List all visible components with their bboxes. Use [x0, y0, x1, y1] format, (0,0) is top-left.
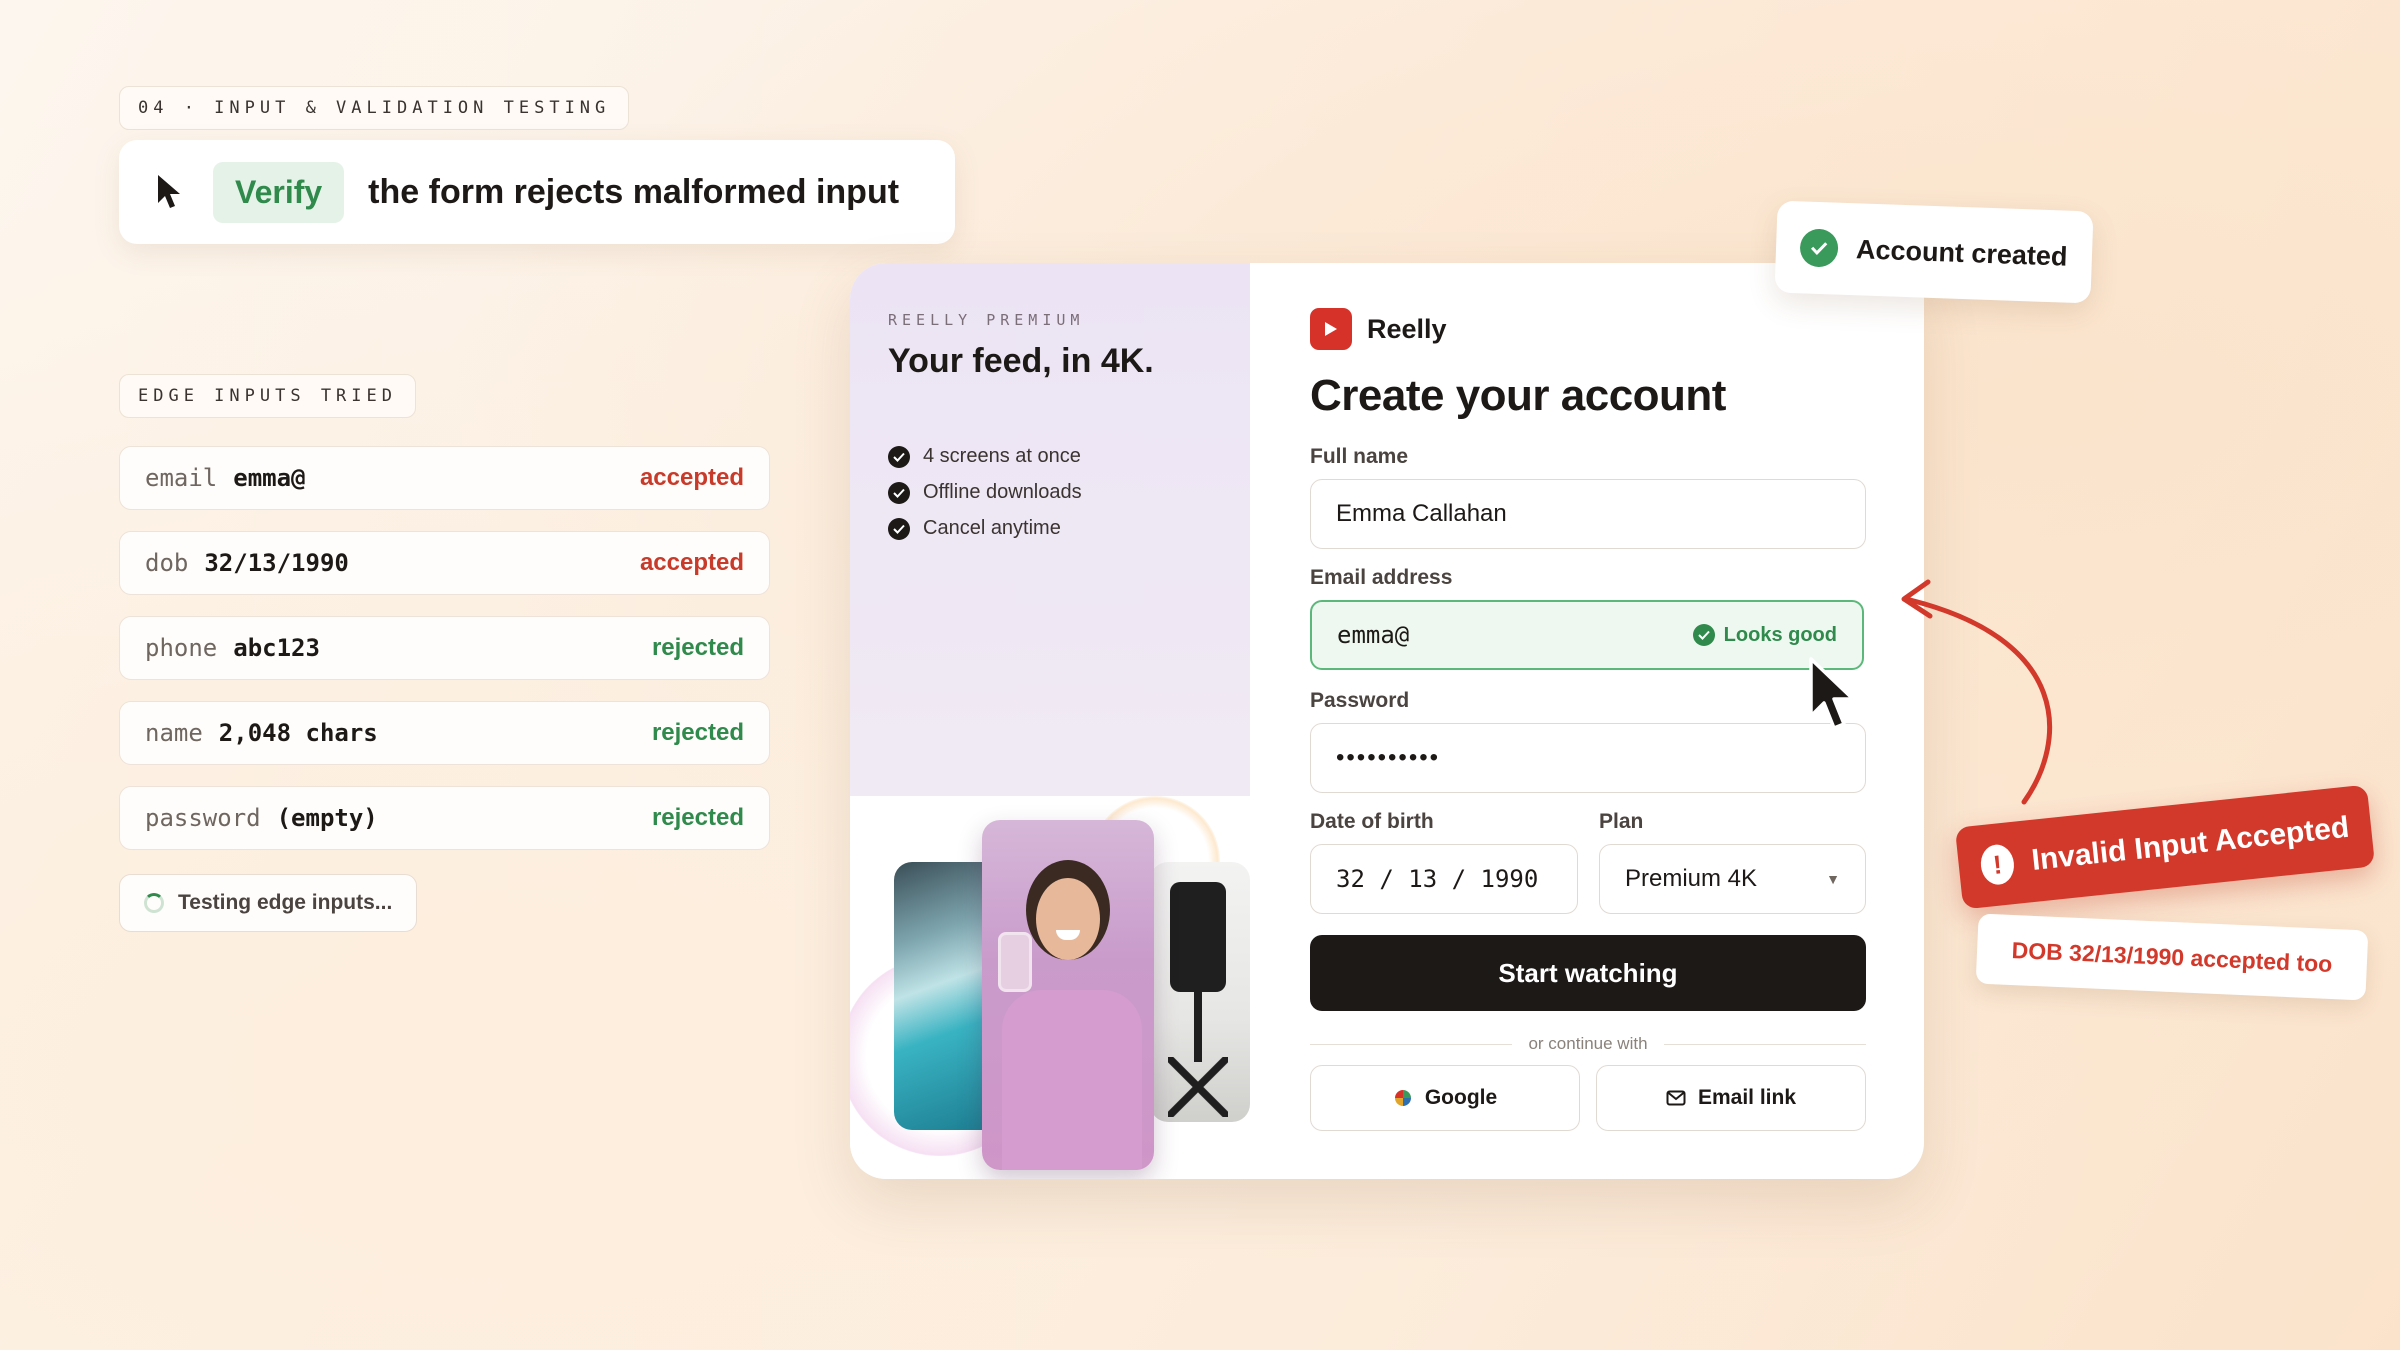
plan-value: Premium 4K	[1625, 865, 1758, 892]
tripod-photo	[1150, 862, 1250, 1122]
play-icon	[1310, 308, 1352, 350]
warning-title: Invalid Input Accepted	[2030, 810, 2351, 877]
mail-icon	[1666, 1090, 1686, 1106]
edge-input-field: phone	[145, 634, 218, 662]
face-shape	[1036, 878, 1100, 960]
brand-name: Reelly	[1367, 313, 1447, 344]
phone-in-hand	[998, 932, 1032, 992]
edge-input-field: dob	[145, 549, 189, 577]
full-name-input[interactable]: Emma Callahan	[1310, 479, 1866, 549]
password-value: ••••••••••	[1336, 744, 1441, 771]
signup-form: Reelly Create your account Full name Emm…	[1310, 263, 1870, 1179]
email-link-button[interactable]: Email link	[1596, 1065, 1866, 1131]
task-text: the form rejects malformed input	[368, 172, 900, 211]
check-icon	[888, 445, 910, 468]
plan-select[interactable]: Premium 4K ▼	[1599, 844, 1866, 914]
chevron-down-icon: ▼	[1826, 871, 1840, 887]
feature-label: Cancel anytime	[923, 517, 1061, 539]
email-label: Email address	[1310, 566, 1453, 589]
toast-text: Account created	[1855, 233, 2069, 272]
edge-input-status: rejected	[651, 634, 744, 661]
edge-input-field: password	[145, 804, 261, 832]
check-circle-icon	[1799, 228, 1839, 268]
edge-input-value: abc123	[233, 634, 320, 662]
form-title: Create your account	[1310, 371, 1726, 420]
testing-progress-label: Testing edge inputs...	[178, 891, 393, 914]
woman-photo	[982, 820, 1154, 1170]
alert-icon: !	[1978, 842, 2016, 887]
email-validation-text: Looks good	[1723, 623, 1837, 646]
promo-headline: Your feed, in 4K.	[888, 342, 1154, 380]
edge-input-field: email	[145, 464, 218, 492]
edge-input-status: accepted	[639, 464, 744, 491]
edge-input-value: (empty)	[276, 804, 378, 832]
tripod-legs	[1168, 1057, 1228, 1117]
continue-divider: or continue with	[1310, 1029, 1867, 1059]
spinner-icon	[144, 893, 164, 913]
email-validation: Looks good	[1692, 623, 1837, 647]
promo-kicker: REELLY PREMIUM	[888, 311, 1085, 329]
edge-input-value: 32/13/1990	[204, 549, 349, 577]
dob-value: 32 / 13 / 1990	[1336, 865, 1539, 893]
edge-inputs-heading: EDGE INPUTS TRIED	[119, 374, 416, 418]
edge-input-row: phone abc123 rejected	[119, 616, 770, 680]
password-label: Password	[1310, 689, 1410, 712]
jacket-shape	[1002, 990, 1142, 1170]
edge-input-status: rejected	[651, 804, 744, 831]
password-input[interactable]: ••••••••••	[1310, 723, 1866, 793]
task-verb: Verify	[213, 161, 345, 223]
plan-label: Plan	[1599, 810, 1644, 833]
testing-progress: Testing edge inputs...	[119, 874, 418, 932]
divider-line	[1310, 1043, 1513, 1045]
signup-card: REELLY PREMIUM Your feed, in 4K. 4 scree…	[850, 263, 1924, 1179]
feature-label: Offline downloads	[923, 481, 1082, 503]
account-created-toast: Account created	[1774, 200, 2094, 304]
step-tag: 04 · INPUT & VALIDATION TESTING	[119, 86, 630, 130]
edge-input-status: accepted	[639, 549, 744, 576]
warning-detail: DOB 32/13/1990 accepted too	[1975, 913, 2369, 1001]
check-icon	[888, 517, 910, 540]
edge-input-row: name 2,048 chars rejected	[119, 701, 770, 765]
mouse-pointer-icon	[1809, 657, 1855, 730]
feature-item: Cancel anytime	[888, 517, 1061, 540]
arrow-icon	[1901, 579, 2053, 805]
check-circle-icon	[1692, 624, 1715, 646]
google-button[interactable]: Google	[1310, 1065, 1580, 1131]
email-link-label: Email link	[1697, 1086, 1797, 1109]
check-icon	[888, 481, 910, 504]
divider-text: or continue with	[1528, 1034, 1648, 1053]
promo-panel: REELLY PREMIUM Your feed, in 4K. 4 scree…	[850, 263, 1250, 1179]
edge-input-status: rejected	[651, 719, 744, 746]
edge-input-row: password (empty) rejected	[119, 786, 770, 850]
task-card: Verify the form rejects malformed input	[119, 140, 955, 244]
divider-line	[1663, 1043, 1867, 1045]
tripod-stem	[1194, 992, 1202, 1062]
feature-item: 4 screens at once	[888, 445, 1081, 468]
google-icon	[1393, 1088, 1413, 1108]
feature-label: 4 screens at once	[923, 445, 1081, 467]
email-value: emma@	[1337, 621, 1410, 649]
email-input[interactable]: emma@ Looks good	[1310, 600, 1864, 670]
edge-input-value: 2,048 chars	[218, 719, 378, 747]
dob-input[interactable]: 32 / 13 / 1990	[1310, 844, 1578, 914]
edge-input-value: emma@	[233, 464, 306, 492]
full-name-value: Emma Callahan	[1336, 500, 1507, 527]
full-name-label: Full name	[1310, 445, 1409, 468]
edge-input-field: name	[145, 719, 203, 747]
cursor-icon	[158, 175, 180, 208]
brand: Reelly	[1310, 308, 1447, 350]
promo-photo-collage	[850, 796, 1250, 1179]
edge-input-row: email emma@ accepted	[119, 446, 770, 510]
google-label: Google	[1424, 1086, 1498, 1109]
feature-item: Offline downloads	[888, 481, 1082, 504]
phone-on-tripod	[1170, 882, 1226, 992]
dob-label: Date of birth	[1310, 810, 1434, 833]
start-watching-button[interactable]: Start watching	[1310, 935, 1866, 1011]
edge-input-row: dob 32/13/1990 accepted	[119, 531, 770, 595]
